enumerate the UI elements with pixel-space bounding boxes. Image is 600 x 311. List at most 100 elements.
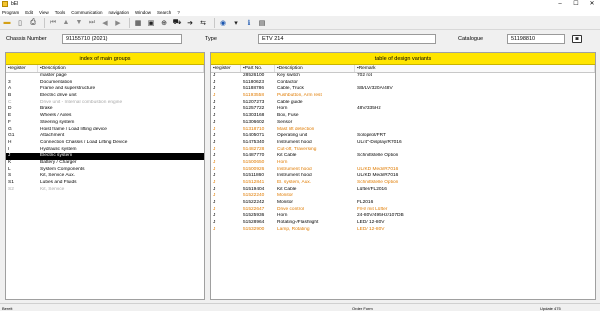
main-group-row[interactable]: G1 Attachment — [6, 133, 204, 140]
menu-communication[interactable]: Communication — [71, 10, 102, 15]
menu-help[interactable]: ? — [177, 10, 180, 15]
menu-tools[interactable]: Tools — [55, 10, 66, 15]
menu-search[interactable]: Search — [157, 10, 171, 15]
back-icon[interactable]: ◀ — [100, 18, 110, 28]
row-description: Lamp, Rotating — [277, 226, 310, 232]
main-group-row[interactable]: A Frame and superstructure — [6, 86, 204, 93]
design-variant-row[interactable]: J 51303168 Box, Fuse — [211, 113, 595, 120]
document-icon[interactable]: ▤ — [257, 18, 267, 28]
row-register: J — [213, 93, 216, 99]
column-description[interactable]: ▪Description — [38, 65, 204, 72]
column-register[interactable]: ▪register — [6, 65, 38, 72]
column-register[interactable]: ▪register — [211, 65, 241, 72]
print-icon[interactable]: ⎙ — [28, 18, 38, 28]
main-groups-list: master page 3 Documentation A Frame and supe… — [6, 73, 204, 193]
design-variant-row[interactable]: J 51405071 Operating unit Solopilot/FRT — [211, 133, 595, 140]
design-variant-row[interactable]: J 51511860 Instrument hood UL/KD Medi/R7016 — [211, 173, 595, 180]
design-variant-row[interactable]: J 51475340 Instrument hood UL/4"-Display/R7… — [211, 140, 595, 147]
design-variant-row[interactable]: J 51522240 Monitor — [211, 193, 595, 200]
design-variant-row[interactable]: J 51487770 Kit Cable Schnittstelle Option — [211, 153, 595, 160]
row-part-no: 51257722 — [243, 106, 265, 112]
grid-icon[interactable]: ▦ — [133, 18, 143, 28]
transfer-icon[interactable]: ⇆ — [198, 18, 208, 28]
main-group-row[interactable]: S1 Lubes and Fluids — [6, 180, 204, 187]
design-variant-row[interactable]: J 51525936 Horn 24-80V/495Hz/107DB — [211, 213, 595, 220]
page-icon[interactable]: ▯ — [15, 18, 25, 28]
main-group-row[interactable]: H Connection Chassis / Load Lifting Devic… — [6, 140, 204, 147]
design-variant-row[interactable]: J 51500650 Horn — [211, 160, 595, 167]
row-part-no: 51188786 — [243, 86, 264, 92]
menu-window[interactable]: Window — [135, 10, 151, 15]
cart-icon[interactable]: ⛟ — [172, 18, 182, 28]
main-group-row[interactable]: S Kit, Service Aux. — [6, 173, 204, 180]
design-variants-header: table of design variants — [211, 53, 595, 65]
main-group-row[interactable]: D Brake — [6, 106, 204, 113]
main-group-row[interactable]: 3 Documentation — [6, 80, 204, 87]
design-variant-row[interactable]: J 51519404 Kit Cable Lüfter/FL2016 — [211, 187, 595, 194]
design-variant-row[interactable]: J 51522242 Monitor FL2016 — [211, 200, 595, 207]
dropdown-icon[interactable]: ▾ — [231, 18, 241, 28]
menu-edit[interactable]: Edit — [25, 10, 33, 15]
design-variant-row[interactable]: J 51318710 Mast lift detection — [211, 127, 595, 134]
column-part-no[interactable]: ▪Part No. — [241, 65, 275, 72]
forward-icon[interactable]: ▶ — [113, 18, 123, 28]
close-icon[interactable]: ✕ — [584, 0, 600, 8]
row-description: Rotating-/Flashlight — [277, 220, 319, 226]
main-group-row[interactable]: master page — [6, 73, 204, 80]
row-register: J — [213, 193, 216, 199]
row-register: K — [8, 159, 12, 165]
main-group-row[interactable]: B Electric drive unit — [6, 93, 204, 100]
design-variant-row[interactable]: J 51528964 Rotating-/Flashlight LED/ 12-80V — [211, 220, 595, 227]
main-group-row[interactable]: S2 Kit, Service — [6, 187, 204, 194]
main-group-row[interactable]: F Steering system — [6, 120, 204, 127]
type-field: ETV 214 — [258, 34, 436, 44]
main-group-row[interactable]: G Hoist frame / Load lifting device — [6, 127, 204, 134]
design-variant-row[interactable]: J 51522647 Drive control F/H/ mit Lüfter — [211, 207, 595, 214]
main-group-row[interactable]: L System Components — [6, 167, 204, 174]
main-group-row[interactable]: C Drive unit - Internal combustion engine — [6, 100, 204, 107]
design-variant-row[interactable]: J 51257722 Horn 48V/335Hz — [211, 106, 595, 113]
forward-cart-icon[interactable]: ➜ — [185, 18, 195, 28]
main-group-row[interactable]: E Wheels / Axles — [6, 113, 204, 120]
zoom-icon[interactable]: ⊕ — [159, 18, 169, 28]
minimize-icon[interactable]: – — [552, 0, 568, 8]
main-group-row[interactable]: J Electric system — [6, 153, 204, 160]
catalogue-label: Catalogue — [458, 36, 484, 42]
menu-navigation[interactable]: navigation — [109, 10, 130, 15]
column-description[interactable]: ▪Description — [275, 65, 355, 72]
design-variant-row[interactable]: J 28526100 Key switch 702 rot — [211, 73, 595, 80]
main-group-row[interactable]: K Battery / Charger — [6, 160, 204, 167]
design-variant-row[interactable]: J 51306602 Sensor — [211, 120, 595, 127]
camera-icon[interactable]: ◙ — [572, 35, 582, 43]
design-variant-row[interactable]: J 51188786 Cable, Truck SB/LV/320A/48V — [211, 86, 595, 93]
down-icon[interactable]: ▼ — [74, 18, 84, 28]
folder-icon[interactable]: ▬ — [2, 18, 12, 28]
up-icon[interactable]: ▲ — [61, 18, 71, 28]
row-remark: 702 rot — [357, 73, 372, 78]
menu-program[interactable]: Program — [2, 10, 19, 15]
design-variant-row[interactable]: J 51207273 Cable guide — [211, 100, 595, 107]
row-register: L — [8, 166, 11, 172]
row-description: Cable, Truck — [277, 86, 304, 92]
toolbar-separator — [129, 17, 130, 28]
row-remark — [355, 127, 595, 134]
maximize-icon[interactable]: ☐ — [568, 0, 584, 8]
column-remark[interactable]: ▪Remark — [355, 65, 595, 72]
design-variant-row[interactable]: J 51500926 Instrument hood UL/KD Medi/R7016 — [211, 167, 595, 174]
design-variant-row[interactable]: J 51482728 Cut-off, Traversing — [211, 147, 595, 154]
globe-icon[interactable]: ◉ — [218, 18, 228, 28]
status-right: Update 475 — [540, 305, 561, 311]
main-group-row[interactable]: I Hydraulic system — [6, 147, 204, 154]
first-icon[interactable]: ⏮ — [48, 18, 58, 28]
menu-view[interactable]: View — [39, 10, 49, 15]
row-description: Monitor — [277, 193, 293, 199]
row-register: J — [213, 113, 216, 119]
image-icon[interactable]: ▣ — [146, 18, 156, 28]
design-variant-row[interactable]: J 51512841 El. system, Aux. Schnittstelle O… — [211, 180, 595, 187]
last-icon[interactable]: ⏭ — [87, 18, 97, 28]
design-variant-row[interactable]: J 51193558 Pushbutton, Arm rest — [211, 93, 595, 100]
info-icon[interactable]: ℹ — [244, 18, 254, 28]
design-variant-row[interactable]: J 51180623 Contactor — [211, 80, 595, 87]
design-variant-row[interactable]: J 51532900 Lamp, Rotating LED/ 12-80V — [211, 227, 595, 234]
row-description: Kit Cable — [277, 186, 297, 192]
